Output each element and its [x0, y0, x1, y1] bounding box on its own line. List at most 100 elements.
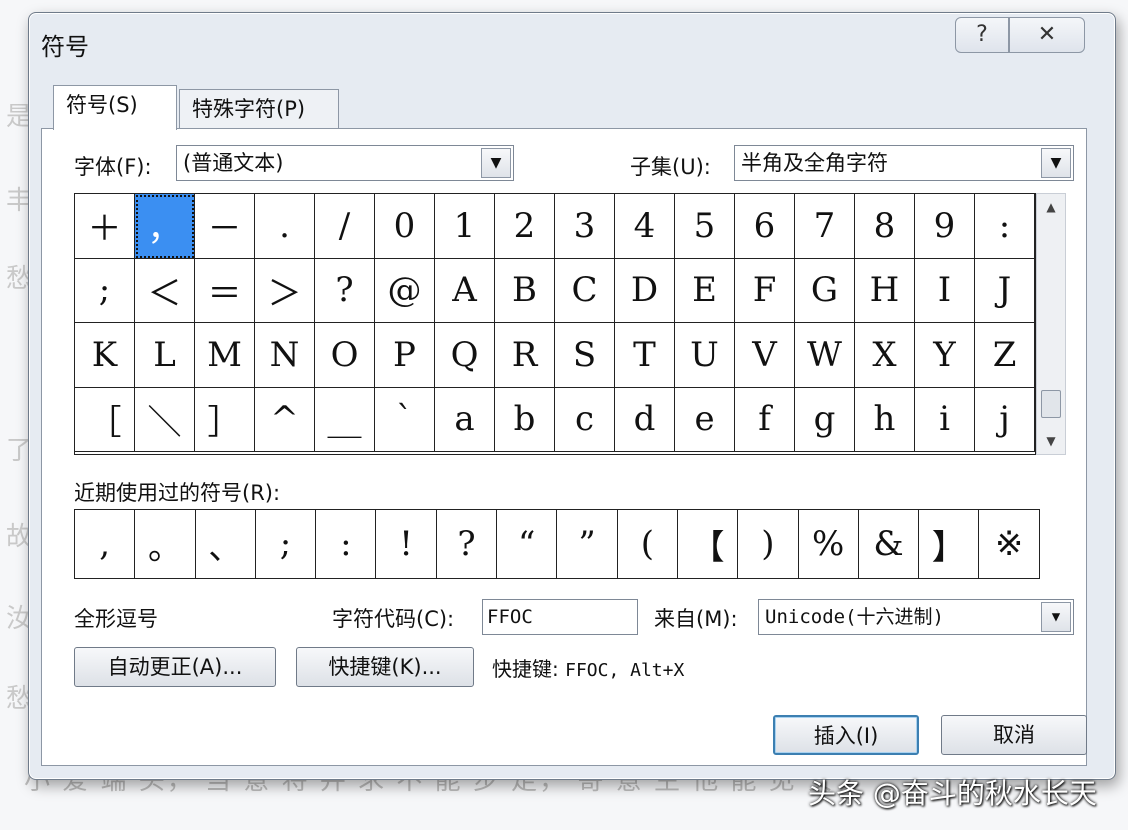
- symbol-cell[interactable]: V: [735, 323, 795, 388]
- symbol-cell[interactable]: N: [255, 323, 315, 388]
- symbol-cell[interactable]: ^: [255, 387, 315, 452]
- symbol-cell[interactable]: ＼: [135, 387, 195, 452]
- recent-symbol-cell[interactable]: !: [376, 510, 437, 578]
- symbol-cell[interactable]: P: [375, 323, 435, 388]
- symbol-cell[interactable]: b: [495, 387, 555, 452]
- symbol-cell[interactable]: 5: [675, 194, 735, 259]
- symbol-scrollbar[interactable]: ▲ ▼: [1036, 193, 1066, 455]
- symbol-cell[interactable]: A: [435, 258, 495, 323]
- symbol-cell[interactable]: R: [495, 323, 555, 388]
- symbol-cell[interactable]: B: [495, 258, 555, 323]
- symbol-cell[interactable]: O: [315, 323, 375, 388]
- symbol-cell[interactable]: ?: [315, 258, 375, 323]
- recent-symbol-cell[interactable]: ”: [557, 510, 618, 578]
- symbol-cell[interactable]: L: [135, 323, 195, 388]
- tab-symbols[interactable]: 符号(S): [53, 85, 177, 130]
- recent-symbols: ,。、;:!? “”(【)% &】 ※: [74, 509, 1040, 579]
- symbol-cell[interactable]: I: [915, 258, 975, 323]
- symbol-cell[interactable]: ＞: [255, 258, 315, 323]
- close-button[interactable]: ✕: [1009, 17, 1085, 53]
- scroll-thumb[interactable]: [1041, 390, 1061, 418]
- symbol-cell[interactable]: －: [195, 194, 255, 259]
- chevron-down-icon[interactable]: ▼: [1041, 148, 1071, 178]
- symbol-cell[interactable]: g: [795, 387, 855, 452]
- scroll-down-icon[interactable]: ▼: [1037, 428, 1065, 454]
- symbol-cell[interactable]: .: [255, 194, 315, 259]
- recent-symbol-cell[interactable]: 。: [135, 510, 196, 578]
- symbol-cell[interactable]: Q: [435, 323, 495, 388]
- symbol-cell[interactable]: ＜: [135, 258, 195, 323]
- symbol-cell[interactable]: :: [975, 194, 1035, 259]
- symbol-cell[interactable]: i: [915, 387, 975, 452]
- recent-symbol-cell[interactable]: :: [316, 510, 377, 578]
- recent-symbol-cell[interactable]: (: [618, 510, 678, 578]
- symbol-cell[interactable]: 8: [855, 194, 915, 259]
- tab-special-characters[interactable]: 特殊字符(P): [179, 89, 339, 129]
- symbol-cell[interactable]: 4: [615, 194, 675, 259]
- chevron-down-icon[interactable]: ▼: [481, 148, 511, 178]
- recent-symbol-cell[interactable]: ※: [979, 510, 1040, 578]
- symbol-cell[interactable]: e: [675, 387, 735, 452]
- recent-symbol-cell[interactable]: “: [497, 510, 558, 578]
- from-select[interactable]: Unicode(十六进制) ▼: [758, 599, 1074, 635]
- font-select[interactable]: (普通文本) ▼: [176, 145, 514, 181]
- cancel-button[interactable]: 取消: [941, 715, 1087, 755]
- symbol-cell[interactable]: X: [855, 323, 915, 388]
- symbol-cell[interactable]: /: [315, 194, 375, 259]
- recent-symbol-cell[interactable]: ;: [256, 510, 317, 578]
- symbol-cell[interactable]: E: [675, 258, 735, 323]
- symbol-cell[interactable]: 7: [795, 194, 855, 259]
- chevron-down-icon[interactable]: ▼: [1041, 602, 1071, 632]
- symbol-cell[interactable]: 3: [555, 194, 615, 259]
- symbol-cell[interactable]: D: [615, 258, 675, 323]
- autocorrect-button[interactable]: 自动更正(A)...: [74, 647, 276, 687]
- scroll-up-icon[interactable]: ▲: [1037, 194, 1065, 220]
- subset-select[interactable]: 半角及全角字符 ▼: [734, 145, 1074, 181]
- symbol-cell[interactable]: @: [375, 258, 435, 323]
- symbol-cell[interactable]: d: [615, 387, 675, 452]
- recent-symbol-cell[interactable]: &: [859, 510, 920, 578]
- symbol-cell[interactable]: W: [795, 323, 855, 388]
- recent-symbol-cell[interactable]: 【: [678, 510, 739, 578]
- symbol-cell[interactable]: 9: [915, 194, 975, 259]
- symbol-cell[interactable]: F: [735, 258, 795, 323]
- symbol-cell[interactable]: ［: [75, 387, 135, 452]
- symbol-cell[interactable]: S: [555, 323, 615, 388]
- symbol-cell[interactable]: f: [735, 387, 795, 452]
- symbol-cell[interactable]: H: [855, 258, 915, 323]
- symbol-cell[interactable]: J: [975, 258, 1035, 323]
- symbol-cell[interactable]: ＋: [75, 194, 135, 259]
- symbol-cell[interactable]: h: [855, 387, 915, 452]
- symbol-cell[interactable]: c: [555, 387, 615, 452]
- symbol-cell[interactable]: ;: [75, 258, 135, 323]
- recent-symbol-cell[interactable]: ): [738, 510, 799, 578]
- help-button[interactable]: ?: [955, 17, 1009, 53]
- symbol-cell[interactable]: M: [195, 323, 255, 388]
- symbol-cell[interactable]: ，: [135, 194, 195, 259]
- symbol-cell[interactable]: K: [75, 323, 135, 388]
- symbol-cell[interactable]: Z: [975, 323, 1035, 388]
- symbol-cell[interactable]: ］: [195, 387, 255, 452]
- symbol-cell[interactable]: T: [615, 323, 675, 388]
- symbol-cell[interactable]: 0: [375, 194, 435, 259]
- symbol-cell[interactable]: j: [975, 387, 1035, 452]
- recent-symbol-cell[interactable]: 】: [919, 510, 980, 578]
- recent-symbol-cell[interactable]: ?: [437, 510, 498, 578]
- symbol-cell[interactable]: C: [555, 258, 615, 323]
- symbol-cell[interactable]: 2: [495, 194, 555, 259]
- symbol-cell[interactable]: `: [375, 387, 435, 452]
- symbol-cell[interactable]: ＿: [315, 387, 375, 452]
- insert-button[interactable]: 插入(I): [773, 715, 919, 755]
- symbol-cell[interactable]: 6: [735, 194, 795, 259]
- symbol-cell[interactable]: a: [435, 387, 495, 452]
- recent-symbol-cell[interactable]: 、: [196, 510, 256, 578]
- symbol-cell[interactable]: 1: [435, 194, 495, 259]
- symbol-cell[interactable]: ＝: [195, 258, 255, 323]
- recent-symbol-cell[interactable]: %: [799, 510, 859, 578]
- shortcut-key-button[interactable]: 快捷键(K)...: [296, 647, 474, 687]
- symbol-cell[interactable]: G: [795, 258, 855, 323]
- recent-symbol-cell[interactable]: ,: [75, 510, 136, 578]
- symbol-cell[interactable]: Y: [915, 323, 975, 388]
- symbol-cell[interactable]: U: [675, 323, 735, 388]
- char-code-input[interactable]: FFOC: [482, 599, 638, 635]
